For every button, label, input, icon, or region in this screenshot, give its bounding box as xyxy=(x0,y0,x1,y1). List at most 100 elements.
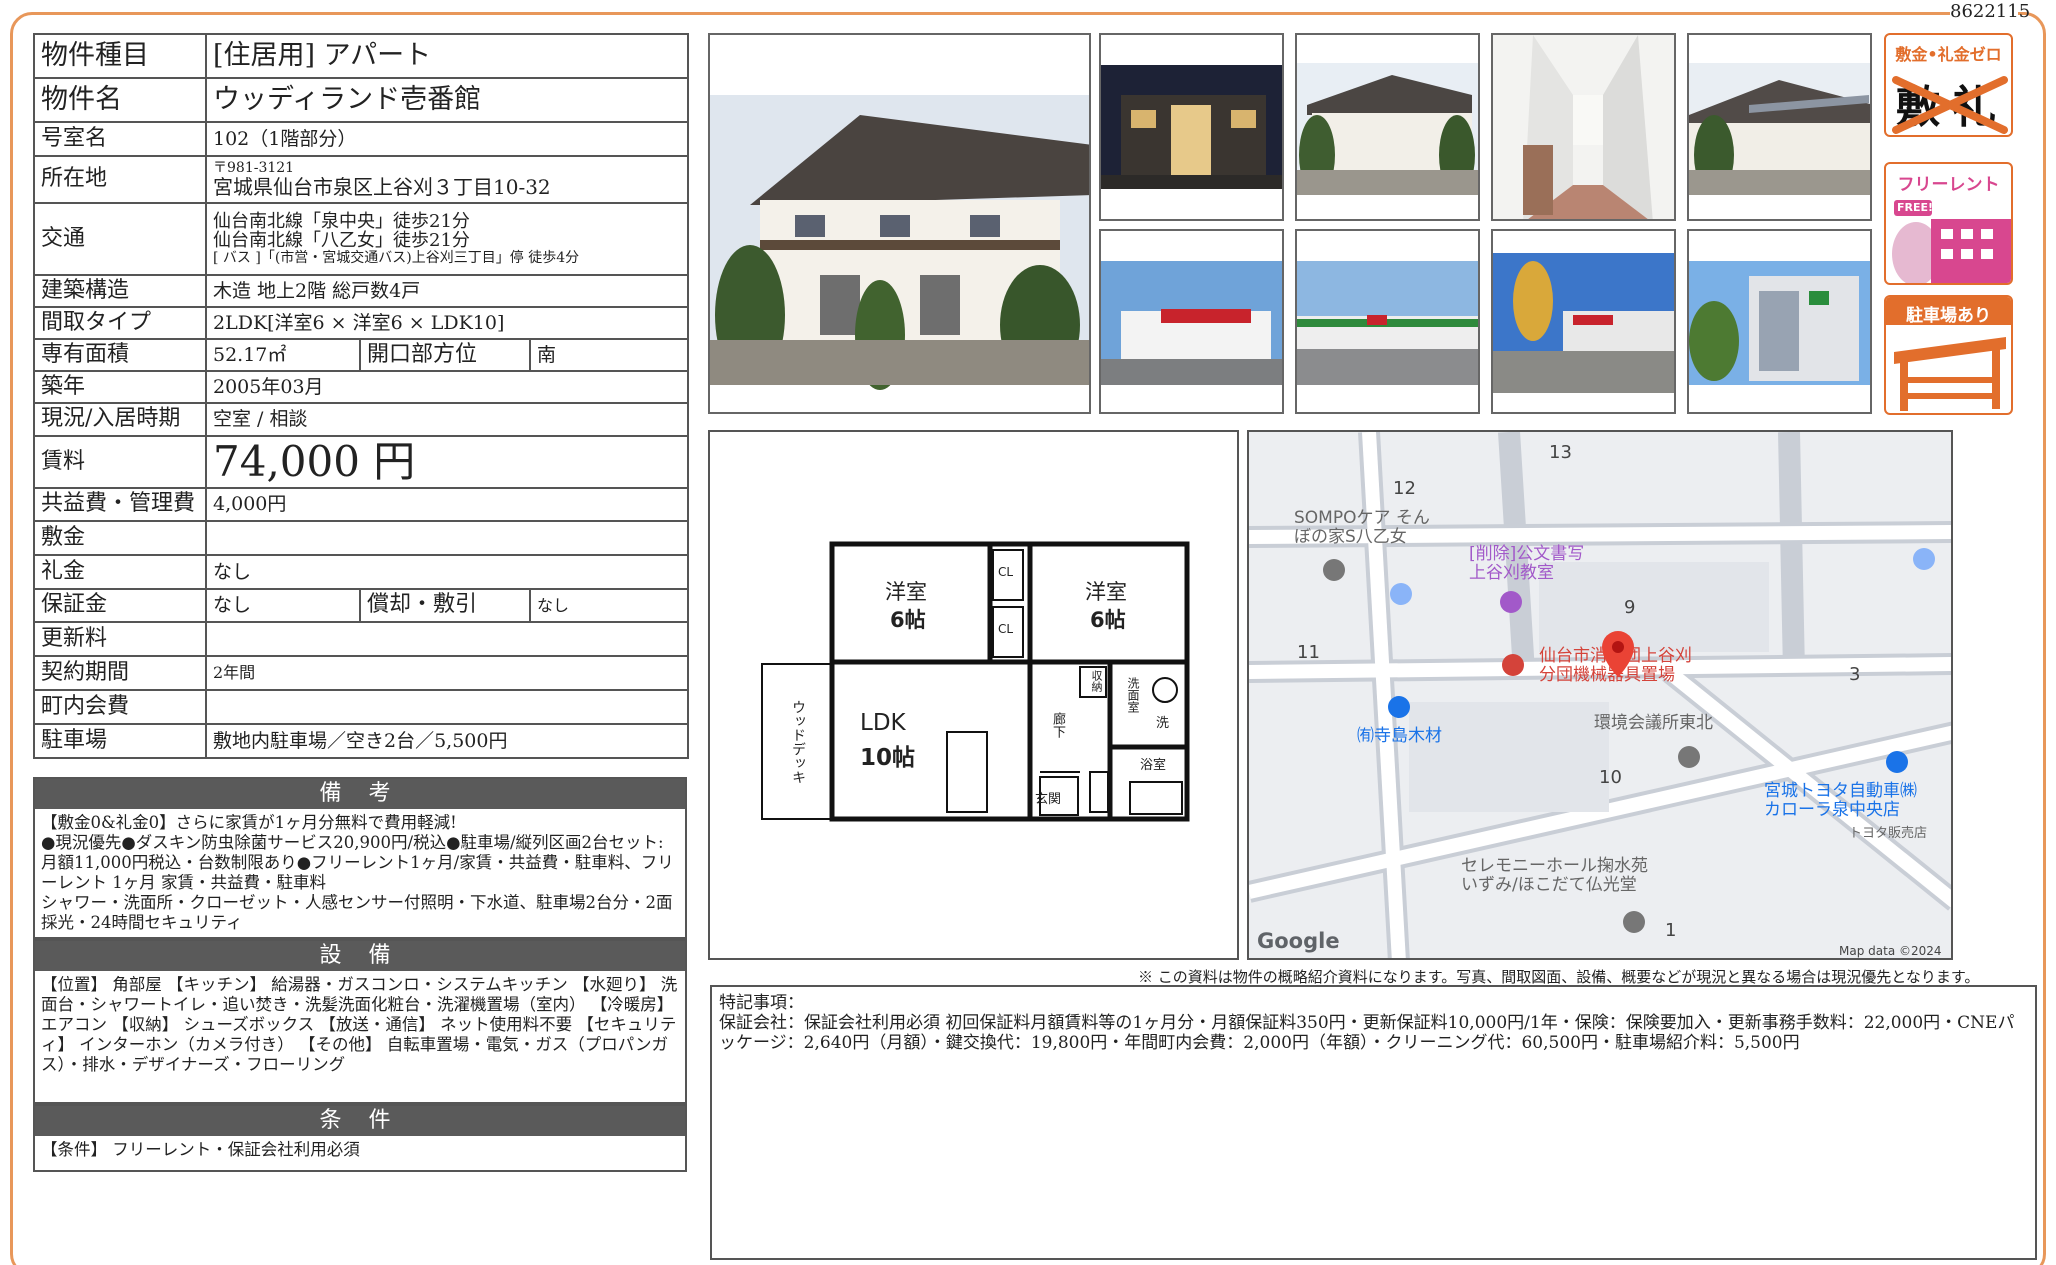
postal-code: 〒981-3121 xyxy=(213,159,295,176)
google-logo: Google xyxy=(1257,929,1340,953)
office-building-photo xyxy=(1687,229,1872,414)
status-label: 現況/入居時期 xyxy=(33,402,207,437)
renewal-label: 更新料 xyxy=(33,621,207,657)
access-cell: 仙台南北線「泉中央」徒歩21分 仙台南北線「八乙女」徒歩21分 [ バス ]「(… xyxy=(205,202,689,276)
map-label-toyota: 宮城トヨタ自動車㈱ カローラ泉中央店 xyxy=(1764,781,1917,820)
special-remarks: 特記事項： 保証会社：保証会社利用必須 初回保証料月額賃料等の1ヶ月分・月額保証… xyxy=(710,985,2037,1260)
key-money-value: なし xyxy=(205,554,689,590)
facilities-body: 【位置】 角部屋 【キッチン】 給湯器・ガスコンロ・システムキッチン 【水廻り】… xyxy=(41,975,678,1074)
property-spec-table: 物件種目 [住居用] アパート 物件名 ウッディランド壱番館 号室名 102（1階部分… xyxy=(33,33,689,759)
map-data-credit: Map data ©2024 xyxy=(1839,944,1942,958)
built-label: 築年 xyxy=(33,370,207,404)
map-label-toyota-sub: トヨタ販売店 xyxy=(1849,826,1928,841)
map-num-9: 9 xyxy=(1624,597,1636,618)
room2-size: 6帖 xyxy=(1090,608,1126,632)
key-money-label: 礼金 xyxy=(33,554,207,590)
map-label-kankyo: 環境会議所東北 xyxy=(1594,713,1713,733)
access-label: 交通 xyxy=(33,202,207,276)
closet-label-2: CL xyxy=(998,622,1014,636)
access-line-2: 仙台南北線「八乙女」徒歩21分 xyxy=(213,230,470,252)
room-value: 102（1階部分） xyxy=(205,121,689,157)
home-center-photo xyxy=(1491,229,1676,414)
map-label-fire-station: 仙台市消防団上谷刈 分団機械器具置場 xyxy=(1539,646,1692,685)
special-remarks-body: 保証会社：保証会社利用必須 初回保証料月額賃料等の1ヶ月分・月額保証料350円・… xyxy=(719,1013,2015,1053)
community-fee-value xyxy=(205,689,689,725)
amortize-label: 償却・敷引 xyxy=(359,588,531,623)
map-num-1: 1 xyxy=(1665,920,1677,941)
special-remarks-title: 特記事項： xyxy=(719,993,804,1013)
address-value: 宮城県仙台市泉区上谷刈３丁目10-32 xyxy=(213,175,551,200)
layout-value: 2LDK[洋室6 × 洋室6 × LDK10] xyxy=(205,306,689,340)
parking-available-badge: 駐車場あり xyxy=(1884,295,2013,415)
map-num-12: 12 xyxy=(1393,478,1416,499)
facilities-box: 設 備 【位置】 角部屋 【キッチン】 給湯器・ガスコンロ・システムキッチン 【… xyxy=(33,939,687,1104)
map-label-kumon: [削除]公文書写 上谷刈教室 xyxy=(1469,544,1585,583)
built-value: 2005年03月 xyxy=(205,370,689,404)
night-exterior-photo xyxy=(1099,33,1284,221)
bicycle-rack-photo xyxy=(1687,33,1872,221)
ldk-size: 10帖 xyxy=(860,745,916,771)
guarantee-label: 保証金 xyxy=(33,588,207,623)
parking-label: 駐車場 xyxy=(33,723,207,759)
amortize-value: なし xyxy=(529,588,689,623)
rent-value: 74,000 円 xyxy=(205,435,689,489)
type-value: [住居用] アパート xyxy=(205,33,689,79)
supermarket-photo xyxy=(1295,229,1480,414)
structure-value: 木造 地上2階 総戸数4戸 xyxy=(205,274,689,308)
drugstore-photo xyxy=(1099,229,1284,414)
map-num-10: 10 xyxy=(1599,767,1622,788)
conditions-title: 条 件 xyxy=(35,1106,685,1136)
cross-out-icon xyxy=(1892,76,2008,134)
corridor-photo xyxy=(1491,33,1676,221)
laundry-label: 洗 xyxy=(1156,716,1170,731)
carport-icon xyxy=(1894,337,2006,411)
parking-value: 敷地内駐車場／空き2台／5,500円 xyxy=(205,723,689,759)
map-label-ceremony: セレモニーホール掬水苑 いずみ/ほこだて仏光堂 xyxy=(1461,856,1648,895)
direction-label: 開口部方位 xyxy=(359,338,531,372)
floor-plan: 洋室 6帖 洋室 6帖 LDK 10帖 ウッドデッキ CL CL 収納 洗面室 … xyxy=(708,430,1239,960)
structure-label: 建築構造 xyxy=(33,274,207,308)
notes-box: 備 考 【敷金0&礼金0】さらに家賃が1ヶ月分無料で費用軽減! ●現況優先●ダス… xyxy=(33,777,687,939)
notes-body: 【敷金0&礼金0】さらに家賃が1ヶ月分無料で費用軽減! ●現況優先●ダスキン防虫… xyxy=(41,813,674,932)
washroom-label: 洗面室 xyxy=(1126,677,1140,713)
renewal-value xyxy=(205,621,689,657)
type-label: 物件種目 xyxy=(33,33,207,79)
closet-label-1: CL xyxy=(998,565,1014,579)
area-label: 専有面積 xyxy=(33,338,207,372)
map-label-terashima: ㈲寺島木材 xyxy=(1357,726,1442,746)
free-tag: FREE! xyxy=(1897,201,1934,214)
notes-title: 備 考 xyxy=(35,779,685,809)
map-num-3: 3 xyxy=(1849,664,1861,685)
area-map[interactable]: 13 12 9 11 3 10 1 SOMPOケア そん ぼの家S八乙女 [削除… xyxy=(1247,430,1953,960)
fee-label: 共益費・管理費 xyxy=(33,487,207,522)
map-label-sompo: SOMPOケア そん ぼの家S八乙女 xyxy=(1294,508,1430,547)
disclaimer-notice: ※ この資料は物件の概略紹介資料になります。写真、間取図面、設備、概要などが現況… xyxy=(1138,968,1980,986)
access-line-3: [ バス ]「(市営・宮城交通バス)上谷刈三丁目」停 徒歩4分 xyxy=(213,250,580,267)
contract-label: 契約期間 xyxy=(33,655,207,691)
storage-label: 収納 xyxy=(1090,670,1103,692)
bicycle-parking-photo xyxy=(1295,33,1480,221)
document-id: 8622115 xyxy=(1950,1,2031,23)
room1-label: 洋室 xyxy=(885,580,927,604)
layout-label: 間取タイプ xyxy=(33,306,207,340)
map-num-13: 13 xyxy=(1549,442,1572,463)
access-line-1: 仙台南北線「泉中央」徒歩21分 xyxy=(213,210,470,232)
hall-label: 廊下 xyxy=(1050,712,1065,738)
conditions-box: 条 件 【条件】 フリーレント・保証会社利用必須 xyxy=(33,1104,687,1172)
room2-label: 洋室 xyxy=(1085,580,1127,604)
bath-label: 浴室 xyxy=(1140,758,1167,773)
deposit-value xyxy=(205,520,689,556)
name-value: ウッディランド壱番館 xyxy=(205,77,689,123)
zero-deposit-badge: 敷金•礼金ゼロ 敷 礼 xyxy=(1884,33,2013,137)
direction-value: 南 xyxy=(529,338,689,372)
room-label: 号室名 xyxy=(33,121,207,157)
fee-value: 4,000円 xyxy=(205,487,689,522)
free-rent-badge: フリーレント FREE! xyxy=(1884,162,2013,285)
status-value: 空室 / 相談 xyxy=(205,402,689,437)
address-label: 所在地 xyxy=(33,155,207,204)
map-num-11: 11 xyxy=(1297,642,1320,663)
room1-size: 6帖 xyxy=(890,608,926,632)
ldk-label: LDK xyxy=(860,710,906,736)
facilities-title: 設 備 xyxy=(35,941,685,971)
contract-value: 2年間 xyxy=(205,655,689,691)
